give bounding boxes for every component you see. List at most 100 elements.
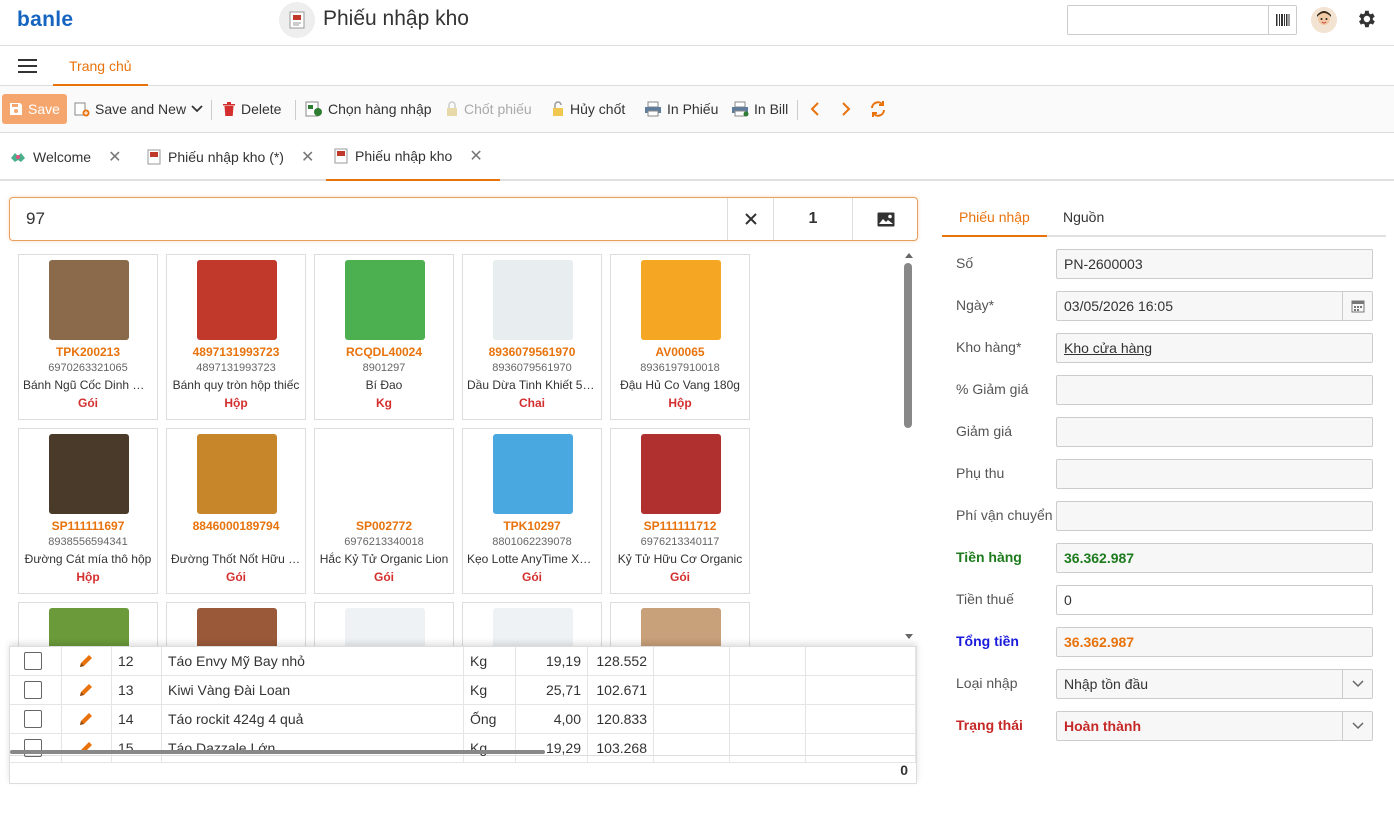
product-card[interactable]: TPK200213 6970263321065 Bánh Ngũ Cốc Dinh … — [18, 254, 158, 420]
tab-close-icon[interactable]: ✕ — [301, 147, 314, 167]
product-card[interactable]: RCQDL40024 8901297 Bí Đao Kg — [314, 254, 454, 420]
settings-gear-icon[interactable] — [1355, 8, 1377, 33]
previous-chevron-icon[interactable] — [810, 94, 820, 124]
import-form-panel: Phiếu nhập Nguồn Số PN-2600003 Ngày* 03/… — [942, 197, 1386, 757]
tab-import-draft[interactable]: Phiếu nhập kho (*) ✕ — [139, 133, 322, 181]
product-card[interactable]: 8846000189794 Đường Thốt Nốt Hữu Cơ Gói — [166, 428, 306, 594]
product-code: SP111111697 — [51, 519, 125, 533]
save-button[interactable]: Save — [2, 94, 67, 124]
product-unit: Kg — [376, 396, 392, 410]
pct-input[interactable] — [1056, 375, 1373, 405]
product-name: Đậu Hủ Co Vang 180g — [620, 378, 740, 392]
product-card[interactable] — [166, 602, 306, 646]
product-name: Bí Đao — [365, 378, 403, 392]
phuthu-input[interactable] — [1056, 459, 1373, 489]
tab-welcome[interactable]: Welcome ✕ — [2, 133, 130, 181]
row-checkbox[interactable] — [24, 739, 42, 757]
product-unit: Gói — [522, 570, 542, 584]
tienthue-label: Tiền thuế — [956, 591, 1014, 607]
row-checkbox[interactable] — [24, 710, 42, 728]
calendar-icon[interactable] — [1342, 292, 1372, 320]
nav-home-link[interactable]: Trang chủ — [53, 46, 148, 86]
chevron-down-icon[interactable] — [1342, 712, 1372, 740]
product-card[interactable] — [462, 602, 602, 646]
row-checkbox[interactable] — [24, 681, 42, 699]
app-logo[interactable]: banle — [17, 8, 73, 32]
clear-search-icon[interactable] — [727, 198, 773, 240]
phivc-label: Phí vận chuyển — [956, 507, 1053, 523]
choose-items-button[interactable]: Chọn hàng nhập — [305, 94, 432, 124]
tienthue-input[interactable]: 0 — [1056, 585, 1373, 615]
table-hscrollbar[interactable] — [10, 750, 545, 754]
print-button[interactable]: In Phiếu — [644, 94, 718, 124]
document-tabs: Welcome ✕ Phiếu nhập kho (*) ✕ Phiếu nhậ… — [0, 133, 1394, 181]
product-barcode: 8938556594341 — [48, 536, 128, 548]
product-search-input[interactable]: 97 1 — [9, 197, 918, 241]
edit-pencil-icon[interactable] — [62, 676, 112, 705]
delete-button[interactable]: Delete — [222, 94, 281, 124]
row-checkbox[interactable] — [24, 652, 42, 670]
cell-unit: Kg — [464, 734, 516, 763]
product-card[interactable]: SP111111712 6976213340117 Kỷ Tử Hữu Cơ Org… — [610, 428, 750, 594]
tab-close-icon[interactable]: ✕ — [108, 147, 121, 167]
next-chevron-icon[interactable] — [841, 94, 851, 124]
product-card[interactable]: AV00065 8936197910018 Đậu Hủ Co Vang 180g H… — [610, 254, 750, 420]
edit-pencil-icon[interactable] — [62, 705, 112, 734]
user-avatar[interactable] — [1311, 7, 1337, 33]
table-row[interactable]: 12 Táo Envy Mỹ Bay nhỏ Kg 19,19 128.552 — [10, 647, 916, 676]
cell-qty: 4,00 — [516, 705, 588, 734]
save-and-new-button[interactable]: Save and New — [74, 94, 203, 124]
cell-unit: Ống — [464, 705, 516, 734]
product-card[interactable] — [610, 602, 750, 646]
loai-label: Loại nhập — [956, 675, 1018, 691]
product-card[interactable]: 8936079561970 8936079561970 Dầu Dừa Tinh K… — [462, 254, 602, 420]
toolbar: Save Save and New Delete Chọn hàng nhập … — [0, 86, 1394, 133]
product-search-value[interactable]: 97 — [26, 209, 45, 229]
cell-price: 102.671 — [588, 676, 654, 705]
table-row[interactable]: 15 Táo Dazzale Lớn Kg 19,29 103.268 — [10, 734, 916, 763]
unlock-button[interactable]: Hủy chốt — [551, 94, 625, 124]
product-card[interactable]: SP002772 6976213340018 Hắc Kỷ Tử Organic L… — [314, 428, 454, 594]
chevron-down-icon[interactable] — [1342, 670, 1372, 698]
lock-button[interactable]: Chốt phiếu — [445, 94, 532, 124]
nav-bar: Trang chủ — [0, 46, 1394, 86]
tab-phieu-nhap[interactable]: Phiếu nhập — [942, 197, 1047, 237]
product-card[interactable]: 4897131993723 4897131993723 Bánh quy tròn … — [166, 254, 306, 420]
trangthai-select[interactable]: Hoàn thành — [1056, 711, 1373, 741]
phivc-input[interactable] — [1056, 501, 1373, 531]
cell-empty — [730, 676, 806, 705]
barcode-icon[interactable] — [1268, 6, 1296, 34]
save-label: Save — [28, 101, 60, 117]
product-image — [345, 608, 425, 646]
refresh-icon[interactable] — [869, 94, 887, 124]
product-card[interactable]: SP111111697 8938556594341 Đường Cát mía th… — [18, 428, 158, 594]
chevron-down-icon[interactable] — [191, 105, 203, 113]
edit-pencil-icon[interactable] — [62, 734, 112, 763]
print-bill-button[interactable]: In Bill — [731, 94, 788, 124]
menu-hamburger-icon[interactable] — [18, 59, 37, 73]
ngay-input[interactable]: 03/05/2026 16:05 — [1056, 291, 1373, 321]
tab-close-icon[interactable]: ✕ — [469, 146, 482, 166]
tab-import-active[interactable]: Phiếu nhập kho ✕ — [326, 133, 500, 181]
edit-pencil-icon[interactable] — [62, 647, 112, 676]
so-input[interactable]: PN-2600003 — [1056, 249, 1373, 279]
product-image — [493, 608, 573, 646]
quantity-input[interactable]: 1 — [773, 198, 852, 240]
grid-scroll-thumb[interactable] — [904, 263, 912, 428]
tab-nguon[interactable]: Nguồn — [1046, 197, 1121, 237]
top-bar: banle Phiếu nhập kho — [0, 0, 1394, 46]
table-row[interactable]: 13 Kiwi Vàng Đài Loan Kg 25,71 102.671 — [10, 676, 916, 705]
product-code: RCQDL40024 — [345, 345, 423, 359]
table-row[interactable]: 14 Táo rockit 424g 4 quả Ống 4,00 120.833 — [10, 705, 916, 734]
image-toggle-icon[interactable] — [852, 198, 918, 240]
kho-input[interactable]: Kho cửa hàng — [1056, 333, 1373, 363]
product-card[interactable] — [18, 602, 158, 646]
product-card[interactable]: TPK10297 8801062239078 Kẹo Lotte AnyTime X… — [462, 428, 602, 594]
global-search-input[interactable] — [1067, 5, 1297, 35]
product-card[interactable] — [314, 602, 454, 646]
loai-select[interactable]: Nhập tồn đầu — [1056, 669, 1373, 699]
giam-input[interactable] — [1056, 417, 1373, 447]
product-code: AV00065 — [655, 345, 705, 359]
tienhang-label: Tiền hàng — [956, 549, 1022, 565]
cell-name: Táo Envy Mỹ Bay nhỏ — [162, 647, 464, 676]
